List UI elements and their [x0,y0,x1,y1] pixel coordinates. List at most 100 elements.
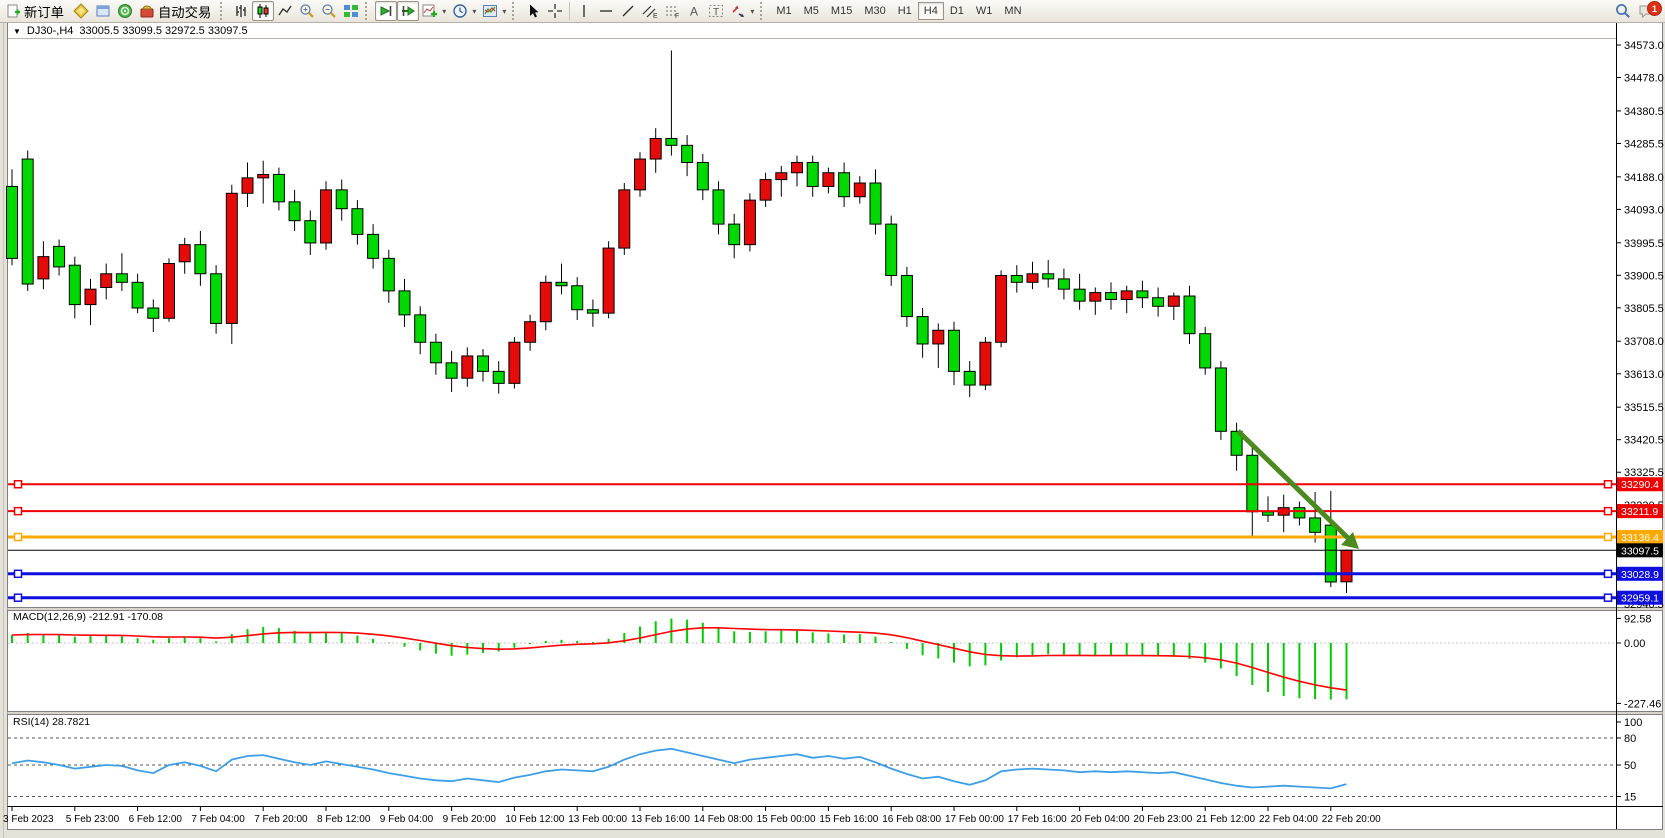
timeframe-button-MN[interactable]: MN [998,2,1027,20]
text-label-button[interactable]: T [705,1,727,21]
new-order-icon [5,3,21,19]
svg-text:50: 50 [1624,760,1636,772]
navigator-button[interactable] [114,1,136,21]
candle [807,162,818,186]
main-toolbar: 新订单 自动交易 [0,0,1665,23]
zoom-in-icon [299,3,315,19]
periods-button[interactable]: ▾ [449,1,479,21]
vertical-line-button[interactable] [573,1,595,21]
svg-text:15 Feb 16:00: 15 Feb 16:00 [819,814,878,825]
timeframe-button-M15[interactable]: M15 [825,2,858,20]
candle [164,263,175,318]
text-button[interactable]: A [683,1,705,21]
tile-windows-button[interactable] [340,1,362,21]
candle [823,173,834,187]
autotrading-label: 自动交易 [158,2,211,21]
periods-dropdown-arrow[interactable]: ▾ [472,7,476,16]
timeframe-button-H4[interactable]: H4 [918,2,944,20]
candle [792,162,803,172]
horizontal-line-button[interactable] [595,1,617,21]
fibonacci-button[interactable]: F [661,1,683,21]
rsi-indicator-label: RSI(14) 28.7821 [13,716,90,728]
templates-button[interactable]: ▾ [479,1,509,21]
svg-text:A: A [690,5,698,19]
toolbar-grip[interactable] [365,2,372,20]
cursor-button[interactable] [522,1,544,21]
chart-canvas[interactable]: 34573.034478.034380.534285.534188.034093… [0,0,1665,838]
toolbar-separator [569,2,570,20]
svg-text:33995.5: 33995.5 [1624,238,1664,250]
svg-text:34573.0: 34573.0 [1624,40,1664,52]
candle [540,282,551,321]
timeframe-button-M30[interactable]: M30 [858,2,891,20]
candle [132,282,143,308]
window-menu-triangle[interactable]: ▼ [13,27,21,36]
candle [116,274,127,283]
timeframe-button-M1[interactable]: M1 [770,2,797,20]
chart-shift-button[interactable] [397,1,419,21]
arrows-button[interactable]: ▾ [727,1,757,21]
trendline-button[interactable] [617,1,639,21]
zoom-in-button[interactable] [296,1,318,21]
search-button[interactable] [1611,1,1635,21]
templates-icon [482,3,498,19]
candle [1153,298,1164,307]
candle [729,224,740,245]
svg-text:17 Feb 16:00: 17 Feb 16:00 [1008,814,1067,825]
candle [666,138,677,145]
candle [587,310,598,313]
templates-dropdown-arrow[interactable]: ▾ [502,7,506,16]
arrows-dropdown-arrow[interactable]: ▾ [750,7,754,16]
auto-scroll-button[interactable] [375,1,397,21]
candle [603,248,614,313]
timeframe-button-M5[interactable]: M5 [798,2,825,20]
candle [650,138,661,159]
notifications-button[interactable]: 1 [1635,1,1659,21]
indicators-dropdown-arrow[interactable]: ▾ [442,7,446,16]
terminal-icon [95,3,111,19]
candle [1121,291,1132,300]
toolbar-grip[interactable] [220,2,227,20]
svg-text:3 Feb 2023: 3 Feb 2023 [3,814,54,825]
svg-text:10 Feb 12:00: 10 Feb 12:00 [505,814,564,825]
zoom-out-button[interactable] [318,1,340,21]
new-order-button[interactable]: 新订单 [2,1,70,21]
terminal-button[interactable] [92,1,114,21]
chart-title[interactable]: ▼ DJ30-,H4 33005.5 33099.5 32972.5 33097… [13,25,248,37]
svg-text:6 Feb 12:00: 6 Feb 12:00 [129,814,183,825]
timeframe-button-H1[interactable]: H1 [892,2,918,20]
timeframe-button-W1[interactable]: W1 [970,2,999,20]
toolbar-grip[interactable] [760,2,767,20]
timeframe-button-D1[interactable]: D1 [944,2,970,20]
candle [211,274,222,324]
indicators-button[interactable]: ▾ [419,1,449,21]
autotrading-button[interactable]: 自动交易 [136,1,217,21]
line-chart-button[interactable] [274,1,296,21]
svg-text:16 Feb 08:00: 16 Feb 08:00 [882,814,941,825]
equidistant-channel-button[interactable]: E [639,1,661,21]
candle [38,257,49,279]
svg-text:20 Feb 04:00: 20 Feb 04:00 [1071,814,1130,825]
candle [1168,296,1179,306]
svg-text:100: 100 [1624,717,1642,729]
toolbar-right-group: 1 [1611,1,1659,21]
candle [901,275,912,316]
line-handle [1605,570,1612,577]
toolbar-grip[interactable] [512,2,519,20]
candle [1090,293,1101,302]
candle [525,322,536,343]
candle [305,221,316,243]
candle [870,183,881,224]
candle [368,234,379,258]
candle [1137,291,1148,298]
metaeditor-button[interactable] [70,1,92,21]
candle [399,291,410,315]
candle [917,317,928,344]
svg-text:8 Feb 12:00: 8 Feb 12:00 [317,814,371,825]
bar-chart-button[interactable] [230,1,252,21]
candle [179,245,190,262]
candlestick-chart-button[interactable] [252,1,274,21]
crosshair-button[interactable] [544,1,566,21]
candle [1074,289,1085,301]
indicators-icon [422,3,438,19]
